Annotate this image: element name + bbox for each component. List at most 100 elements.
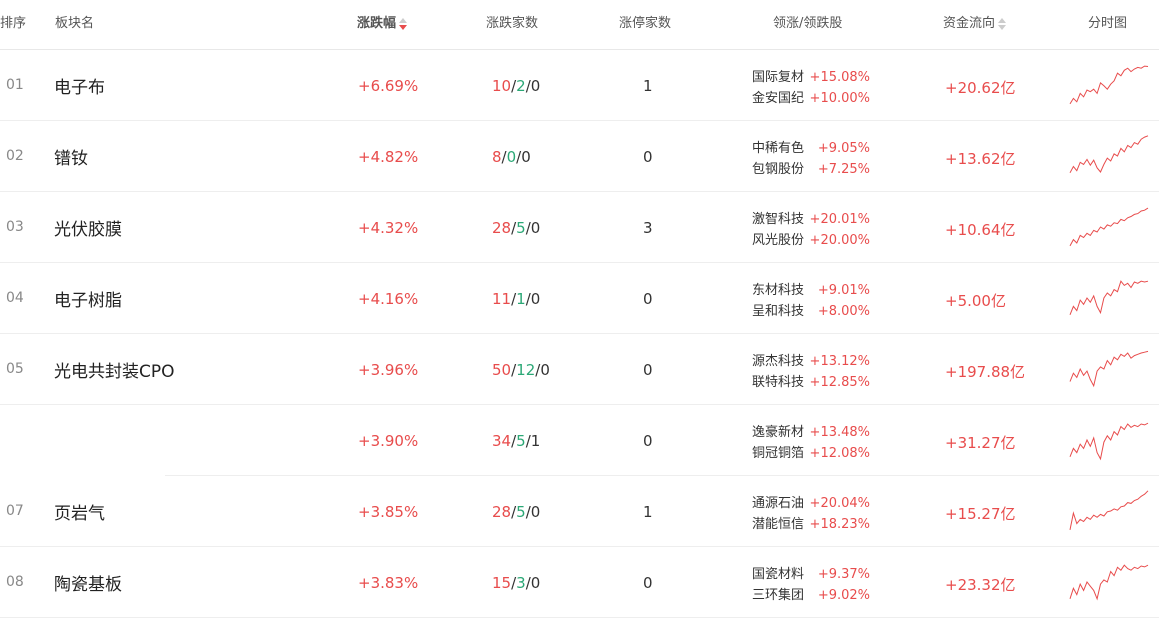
leading-stock-1[interactable]: 国际复材 +15.08%: [752, 66, 870, 85]
intraday-sparkline[interactable]: [1068, 344, 1150, 394]
fund-flow-value: +20.62亿: [945, 79, 1016, 97]
leading-stock-change: +20.01%: [809, 212, 871, 227]
leading-stock-name: 通源石油: [752, 496, 805, 511]
sector-name-link[interactable]: 陶瓷基板: [54, 570, 122, 595]
up-count: 10: [492, 77, 512, 95]
fund-flow-value: +10.64亿: [945, 221, 1016, 239]
limit-up-count: 0: [643, 148, 653, 166]
up-flat-down-count: 11/1/0: [492, 290, 540, 308]
leading-stock-2[interactable]: 潜能恒信 +18.23%: [752, 513, 870, 532]
sort-icon: [998, 17, 1007, 30]
intraday-sparkline[interactable]: [1068, 60, 1150, 110]
table-row[interactable]: 08 陶瓷基板 +3.83% 15/3/0 0 国瓷材料 +9.37% 三环集团 +9.02% +…: [0, 547, 1159, 618]
header-change-label: 涨跌幅: [357, 16, 397, 31]
table-row[interactable]: 05 光电共封装CPO +3.96% 50/12/0 0 源杰科技 +13.12% 联特科技 +…: [0, 334, 1159, 405]
leading-stock-name: 呈和科技: [752, 304, 805, 319]
rank-number: 01: [6, 77, 24, 93]
intraday-sparkline[interactable]: [1068, 415, 1150, 465]
sector-name-link[interactable]: 光电共封装CPO: [54, 357, 175, 382]
sector-ranking-table: 排序 板块名 涨跌幅 涨跌家数 涨停家数 领涨/领跌股 资金流向 分时图 01 电…: [0, 0, 1159, 618]
intraday-sparkline[interactable]: [1068, 131, 1150, 181]
leading-stock-1[interactable]: 激智科技 +20.01%: [752, 208, 870, 227]
rank-number: 04: [6, 290, 24, 306]
up-flat-down-count: 34/5/1: [492, 432, 540, 450]
leading-stock-change: +18.23%: [809, 517, 871, 532]
leading-stock-1[interactable]: 逸豪新材 +13.48%: [752, 421, 870, 440]
fund-flow-value: +23.32亿: [945, 576, 1016, 594]
leading-stock-name: 三环集团: [752, 588, 805, 603]
leading-stock-1[interactable]: 东材科技 +9.01%: [752, 279, 870, 298]
leading-stock-change: +15.08%: [809, 70, 871, 85]
leading-stock-1[interactable]: 通源石油 +20.04%: [752, 492, 870, 511]
up-count: 11: [492, 290, 512, 308]
limit-up-count: 0: [643, 290, 653, 308]
sector-name-link[interactable]: 电子树脂: [54, 286, 122, 311]
table-row[interactable]: 02 镨钕 +4.82% 8/0/0 0 中稀有色 +9.05% 包钢股份 +7.25% +13.…: [0, 121, 1159, 192]
fund-flow-value: +5.00亿: [945, 292, 1006, 310]
sector-name-link[interactable]: 镨钕: [54, 144, 88, 169]
table-row[interactable]: 07 页岩气 +3.85% 28/5/0 1 通源石油 +20.04% 潜能恒信 +18.23%…: [0, 476, 1159, 547]
occluded-region: [0, 406, 165, 476]
change-percent: +3.85%: [358, 503, 419, 521]
header-rank: 排序: [0, 16, 27, 31]
leading-stock-2[interactable]: 铜冠铜箔 +12.08%: [752, 442, 870, 461]
rank-number: 08: [6, 574, 24, 590]
leading-stock-change: +9.02%: [817, 588, 871, 603]
leading-stock-1[interactable]: 中稀有色 +9.05%: [752, 137, 870, 156]
leading-stock-change: +10.00%: [809, 91, 871, 106]
leading-stock-2[interactable]: 金安国纪 +10.00%: [752, 87, 870, 106]
leading-stock-change: +8.00%: [817, 304, 871, 319]
fund-flow-value: +197.88亿: [945, 363, 1026, 381]
leading-stock-1[interactable]: 国瓷材料 +9.37%: [752, 563, 870, 582]
down-count: 0: [530, 574, 541, 592]
leading-stock-2[interactable]: 包钢股份 +7.25%: [752, 158, 870, 177]
table-row[interactable]: 03 光伏胶膜 +4.32% 28/5/0 3 激智科技 +20.01% 风光股份 +20.00…: [0, 192, 1159, 263]
table-row[interactable]: 01 电子布 +6.69% 10/2/0 1 国际复材 +15.08% 金安国纪 +10.00%…: [0, 50, 1159, 121]
change-percent: +4.32%: [358, 219, 419, 237]
sector-name-link[interactable]: 页岩气: [54, 499, 105, 524]
header-up-down-count: 涨跌家数: [486, 16, 539, 31]
sector-name-link[interactable]: 电子布: [54, 73, 105, 98]
header-change-sort[interactable]: 涨跌幅: [357, 16, 408, 32]
limit-up-count: 3: [643, 219, 653, 237]
flat-count: 0: [506, 148, 517, 166]
change-percent: +3.96%: [358, 361, 419, 379]
sparkline-path: [1069, 65, 1149, 105]
sort-desc-icon: [399, 17, 408, 30]
leading-stock-change: +7.25%: [817, 162, 871, 177]
header-limit-up-count: 涨停家数: [619, 16, 672, 31]
limit-up-count: 0: [643, 432, 653, 450]
rank-number: 07: [6, 503, 24, 519]
intraday-sparkline[interactable]: [1068, 273, 1150, 323]
intraday-sparkline[interactable]: [1068, 202, 1150, 252]
up-count: 8: [492, 148, 502, 166]
leading-stock-2[interactable]: 联特科技 +12.85%: [752, 371, 870, 390]
leading-stock-2[interactable]: 三环集团 +9.02%: [752, 584, 870, 603]
table-row[interactable]: 06+3.90%34/5/10逸豪新材+13.48%铜冠铜箔+12.08%+31…: [0, 405, 1159, 476]
intraday-sparkline[interactable]: [1068, 486, 1150, 536]
header-fund-flow-sort[interactable]: 资金流向: [943, 16, 1007, 32]
header-intraday-chart: 分时图: [1088, 16, 1128, 31]
change-percent: +3.90%: [358, 432, 419, 450]
leading-stock-change: +13.12%: [809, 354, 871, 369]
leading-stock-2[interactable]: 呈和科技 +8.00%: [752, 300, 870, 319]
table-row[interactable]: 04 电子树脂 +4.16% 11/1/0 0 东材科技 +9.01% 呈和科技 +8.00% +…: [0, 263, 1159, 334]
change-percent: +4.16%: [358, 290, 419, 308]
rank-number: 05: [6, 361, 24, 377]
flat-count: 12: [516, 361, 536, 379]
rank-number: 03: [6, 219, 24, 235]
sector-name-link[interactable]: 光伏胶膜: [54, 215, 122, 240]
intraday-sparkline[interactable]: [1068, 557, 1150, 607]
sparkline-path: [1069, 207, 1149, 247]
leading-stock-2[interactable]: 风光股份 +20.00%: [752, 229, 870, 248]
leading-stock-change: +9.01%: [817, 283, 871, 298]
sparkline-path: [1069, 422, 1149, 461]
leading-stock-1[interactable]: 源杰科技 +13.12%: [752, 350, 870, 369]
up-flat-down-count: 50/12/0: [492, 361, 550, 379]
flat-count: 1: [516, 290, 526, 308]
leading-stock-name: 逸豪新材: [752, 425, 805, 440]
up-flat-down-count: 28/5/0: [492, 503, 540, 521]
up-flat-down-count: 28/5/0: [492, 219, 540, 237]
up-flat-down-count: 15/3/0: [492, 574, 540, 592]
table-header: 排序 板块名 涨跌幅 涨跌家数 涨停家数 领涨/领跌股 资金流向 分时图: [0, 0, 1159, 50]
